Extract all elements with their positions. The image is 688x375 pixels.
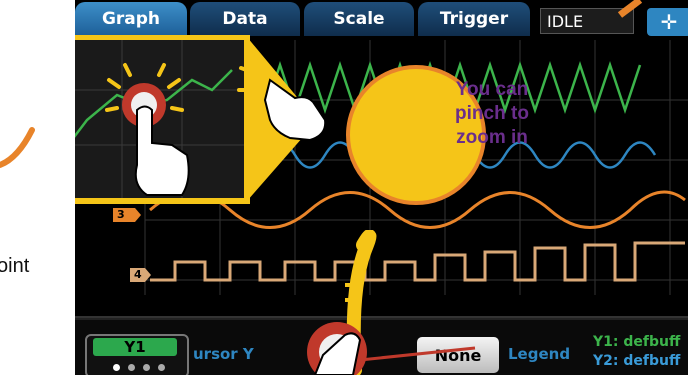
orange-pointer-arrow [0,127,35,168]
tap-gesture-overlay [307,230,476,375]
tab-scale[interactable]: Scale [304,2,414,36]
page-dot [128,364,135,371]
tab-trigger[interactable]: Trigger [418,2,530,36]
page-dot [143,364,150,371]
channel-4-label: 4 [134,268,142,281]
y1-buffer-label: Y1: defbuff [593,334,681,350]
tab-bar: Graph Data Scale Trigger IDLE ✛ [75,0,688,40]
cursor-label: ursor Y [193,345,254,363]
pinch-to-zoom-text: You can pinch to zoom in [455,79,529,148]
tab-graph[interactable]: Graph [75,2,187,36]
instrument-screen: Graph Data Scale Trigger IDLE ✛ 3 4 You … [75,0,688,375]
point-text: oint [0,255,30,277]
y1-label: Y1 [93,338,177,356]
tab-data[interactable]: Data [190,2,300,36]
page-dot [158,364,165,371]
crosshair-icon: ✛ [660,10,678,34]
legend-label: Legend [508,345,571,363]
y2-buffer-label: Y2: defbuff [593,353,681,369]
page-dot [113,364,120,371]
y1-selector-button[interactable]: Y1 [85,334,189,375]
orange-pointer-top [617,0,643,18]
pinch-hand-icon [237,48,327,146]
